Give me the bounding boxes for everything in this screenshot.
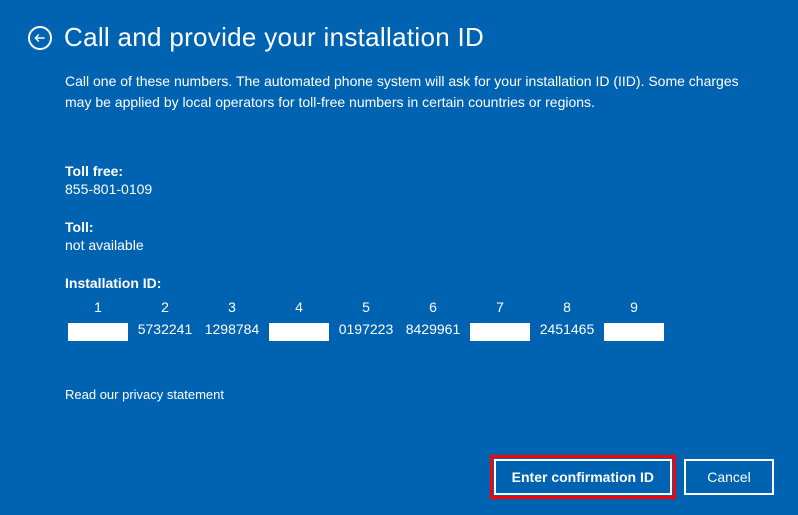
iid-header-3: 3: [199, 297, 265, 317]
toll-free-value: 855-801-0109: [65, 181, 758, 197]
iid-value-4: [266, 317, 332, 347]
installation-id-section: Installation ID: 1 2 3 4 5 6 7 8 9 57322…: [65, 275, 758, 347]
iid-value-6: 8429961: [400, 317, 466, 347]
iid-header-6: 6: [400, 297, 466, 317]
cancel-button[interactable]: Cancel: [684, 459, 774, 495]
iid-value-8: 2451465: [534, 317, 600, 347]
redacted-block: [604, 323, 664, 341]
iid-value-3: 1298784: [199, 317, 265, 347]
header: Call and provide your installation ID: [0, 0, 798, 53]
iid-value-5: 0197223: [333, 317, 399, 347]
iid-header-8: 8: [534, 297, 600, 317]
back-icon[interactable]: [28, 26, 52, 50]
iid-header-2: 2: [132, 297, 198, 317]
privacy-statement-link[interactable]: Read our privacy statement: [65, 387, 758, 402]
iid-value-2: 5732241: [132, 317, 198, 347]
toll-value: not available: [65, 237, 758, 253]
content: Call one of these numbers. The automated…: [0, 53, 798, 402]
iid-value-9: [601, 317, 667, 347]
installation-id-label: Installation ID:: [65, 275, 758, 291]
iid-header-9: 9: [601, 297, 667, 317]
iid-header-1: 1: [65, 297, 131, 317]
installation-id-table: 1 2 3 4 5 6 7 8 9 5732241 1298784 019722…: [65, 297, 758, 347]
enter-confirmation-id-button[interactable]: Enter confirmation ID: [494, 459, 672, 495]
iid-value-1: [65, 317, 131, 347]
redacted-block: [470, 323, 530, 341]
iid-header-5: 5: [333, 297, 399, 317]
iid-header-7: 7: [467, 297, 533, 317]
iid-value-row: 5732241 1298784 0197223 8429961 2451465: [65, 317, 758, 347]
toll-label: Toll:: [65, 219, 758, 235]
description-text: Call one of these numbers. The automated…: [65, 71, 758, 113]
redacted-block: [68, 323, 128, 341]
toll-section: Toll: not available: [65, 219, 758, 253]
redacted-block: [269, 323, 329, 341]
footer: Enter confirmation ID Cancel: [494, 459, 774, 495]
page-title: Call and provide your installation ID: [64, 22, 484, 53]
toll-free-label: Toll free:: [65, 163, 758, 179]
iid-header-row: 1 2 3 4 5 6 7 8 9: [65, 297, 758, 317]
iid-value-7: [467, 317, 533, 347]
toll-free-section: Toll free: 855-801-0109: [65, 163, 758, 197]
iid-header-4: 4: [266, 297, 332, 317]
